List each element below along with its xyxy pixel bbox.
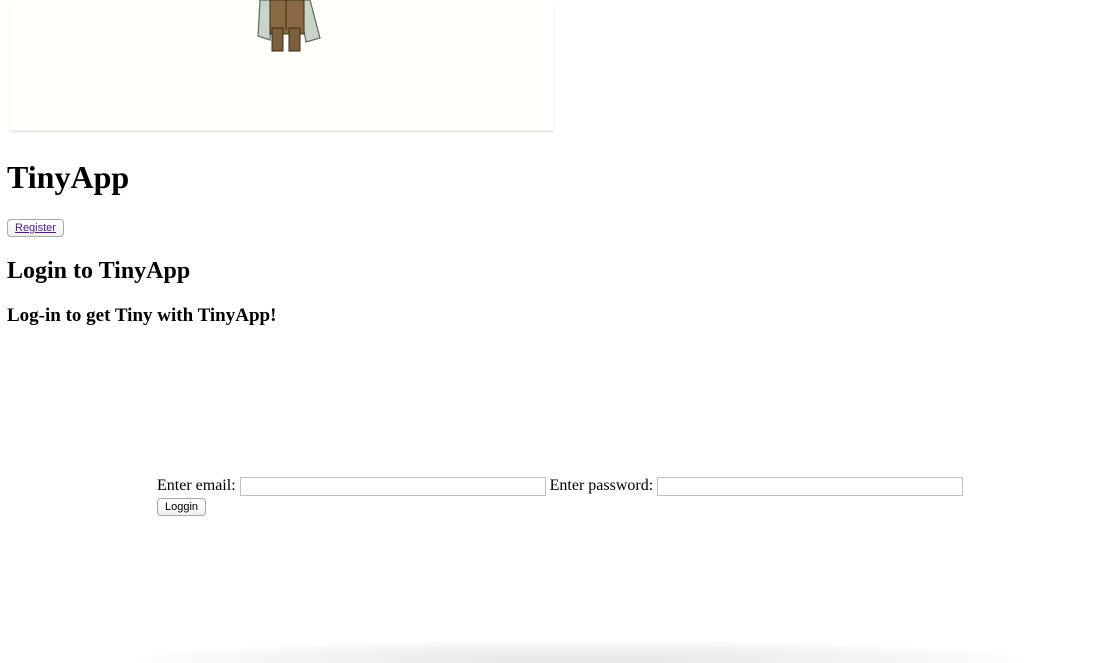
- register-button[interactable]: Register: [7, 219, 64, 237]
- email-field[interactable]: [239, 476, 546, 496]
- login-form: Enter email: Enter password: Loggin: [157, 476, 977, 516]
- email-label: Enter email:: [157, 477, 236, 494]
- login-submit-button[interactable]: Loggin: [157, 498, 207, 516]
- login-fields-row: Enter email: Enter password:: [157, 476, 977, 496]
- login-heading: Login to TinyApp: [7, 258, 191, 284]
- logo-banner: [10, 0, 554, 131]
- password-field[interactable]: [657, 476, 964, 496]
- footer-shadow: [140, 640, 1020, 663]
- page: TinyApp Register Login to TinyApp Log-in…: [0, 0, 1116, 663]
- password-label: Enter password:: [549, 477, 654, 494]
- app-title: TinyApp: [7, 159, 130, 195]
- cartoon-figure-icon: [257, 0, 321, 52]
- login-subheading: Log-in to get Tiny with TinyApp!: [7, 305, 277, 326]
